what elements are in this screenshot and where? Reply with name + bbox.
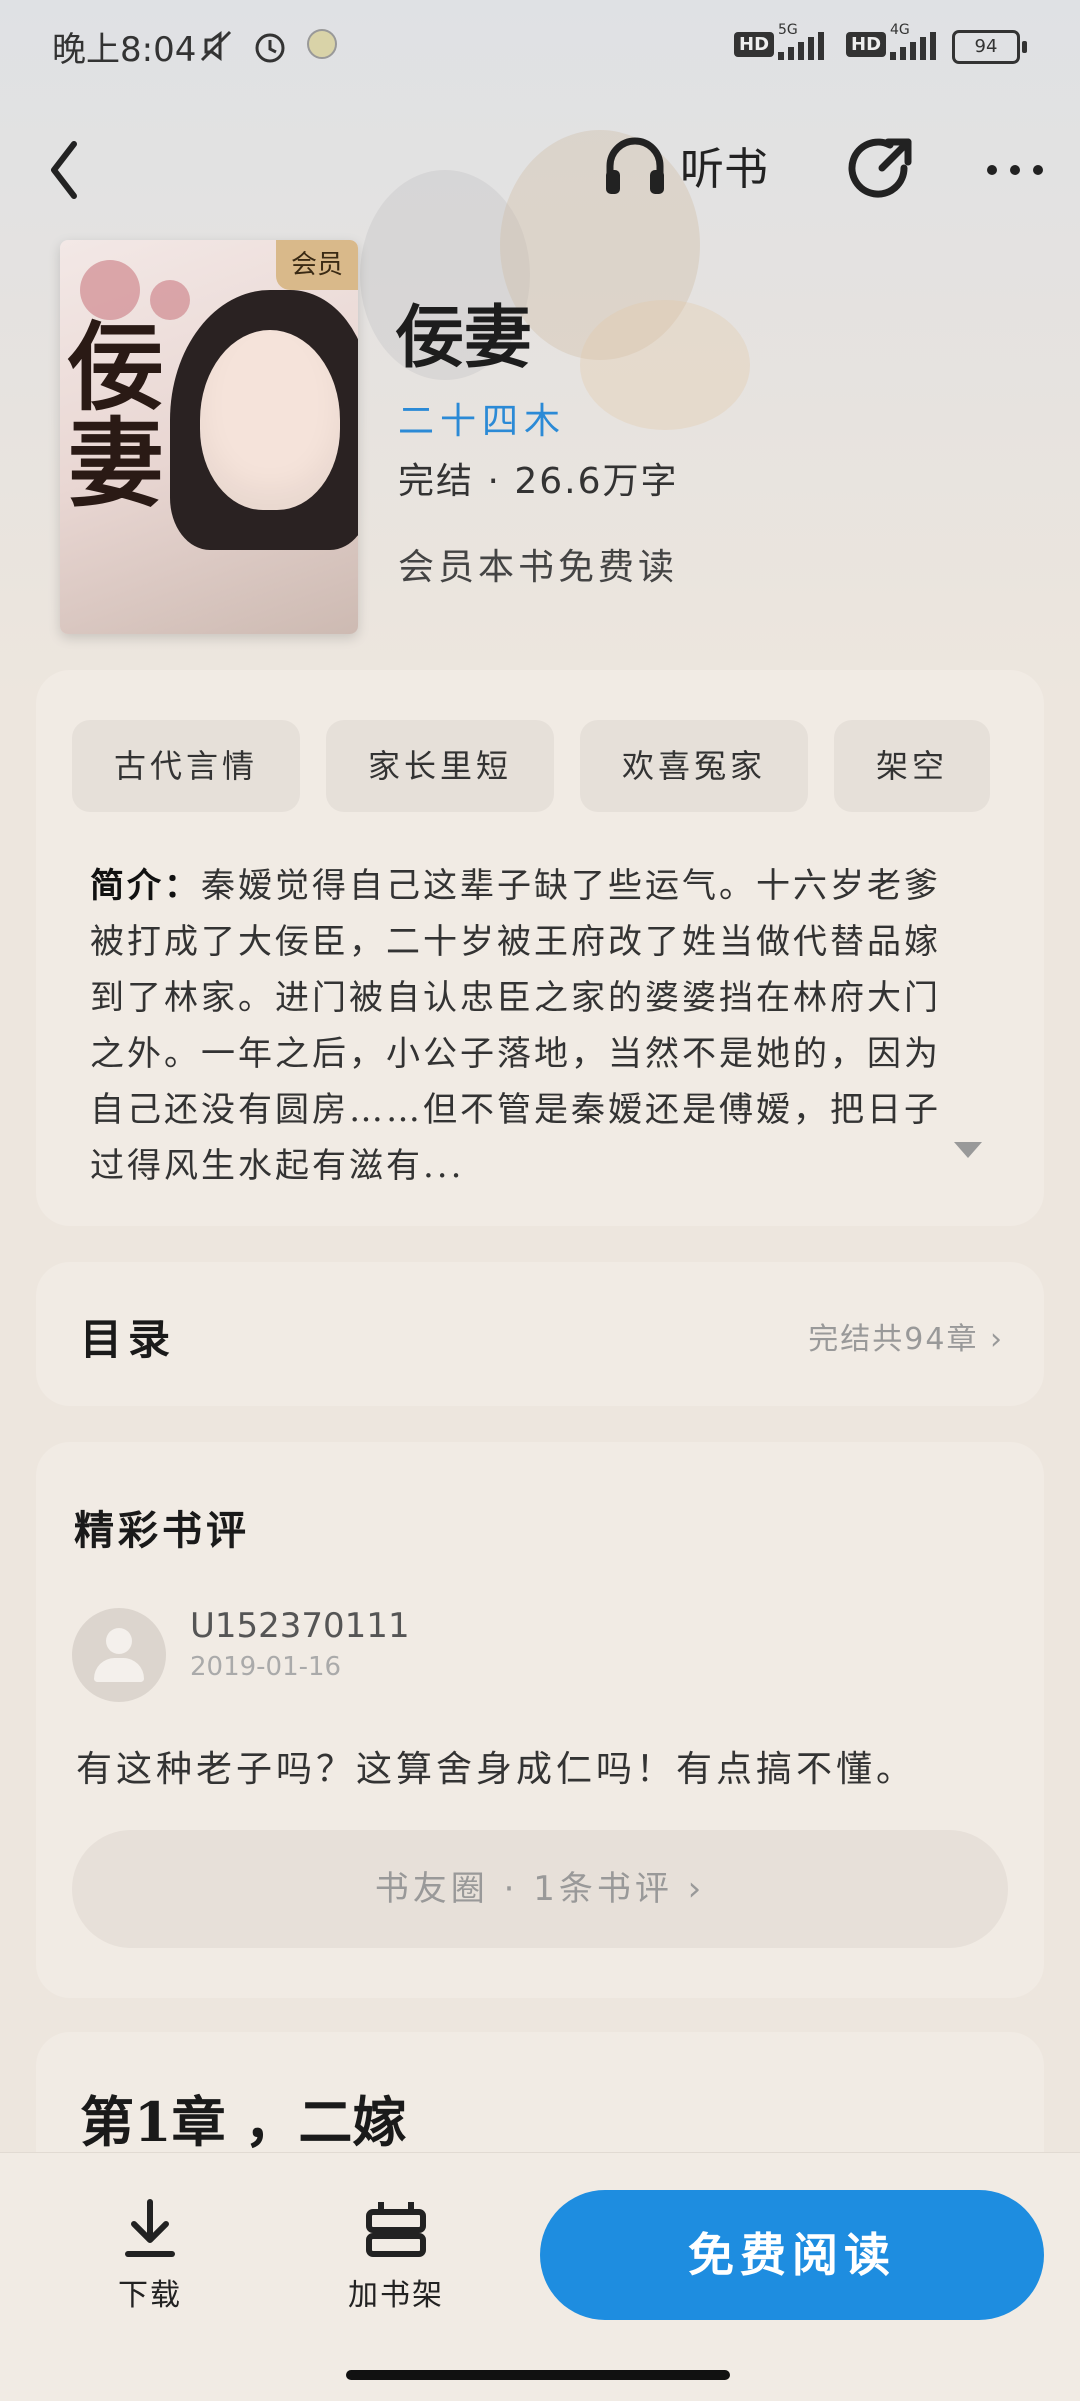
intro-text: 秦嫒觉得自己这辈子缺了些运气。十六岁老爹被打成了大佞臣，二十岁被王府改了姓当做代… [90,866,941,1186]
reviews-title: 精彩书评 [74,1508,250,1554]
avatar[interactable] [72,1608,166,1702]
status-bar: 晚上8:04 HD 5G HD 4G 94 [0,0,1080,90]
back-button[interactable] [40,130,100,210]
book-title: 佞妻 [396,298,533,378]
toc-info[interactable]: 完结共94章 › [808,1314,1004,1358]
add-shelf-button[interactable]: 加书架 [336,2196,456,2314]
tag-list: 古代言情 家长里短 欢喜冤家 架空 [72,720,991,812]
download-icon [125,2199,175,2257]
download-label: 下载 [118,2278,182,2313]
headphones-icon [606,137,664,194]
share-icon [848,138,912,198]
book-meta: 完结 · 26.6万字 [398,461,679,502]
tag-item[interactable]: 欢喜冤家 [580,720,809,812]
signal-icon [890,30,936,60]
book-circle-button[interactable]: 书友圈 · 1条书评 › [72,1830,1008,1948]
avatar-body [94,1658,144,1682]
status-time: 晚上8:04 [52,30,197,70]
more-button[interactable] [980,140,1050,200]
listen-button[interactable]: 听书 [600,130,768,200]
read-free-button[interactable]: 免费阅读 [540,2190,1044,2320]
tag-item[interactable]: 架空 [834,720,991,812]
tag-item[interactable]: 古代言情 [72,720,301,812]
battery-indicator: 94 [952,30,1027,64]
share-button[interactable] [846,136,916,206]
toc-title: 目录 [80,1315,177,1364]
vip-badge: 会员 [276,240,358,290]
listen-label: 听书 [680,144,768,195]
alarm-icon [250,26,290,74]
avatar-head [106,1628,132,1654]
signal-icon [778,30,824,60]
bookshelf-icon [366,2202,426,2257]
review-username[interactable]: U152370111 [190,1606,410,1646]
vip-free-note: 会员本书免费读 [398,547,679,588]
download-button[interactable]: 下载 [110,2196,190,2314]
expand-arrow-icon[interactable] [954,1142,982,1158]
add-shelf-label: 加书架 [348,2278,444,2313]
cover-face [200,330,340,510]
hd-badge: HD [846,32,887,57]
tag-item[interactable]: 家长里短 [326,720,555,812]
book-cover[interactable]: 佞妻 会员 [60,240,358,634]
app-notification-icon [304,26,340,70]
book-intro[interactable]: 简介：秦嫒觉得自己这辈子缺了些运气。十六岁老爹被打成了大佞臣，二十岁被王府改了姓… [90,858,970,1194]
penguin-decoration [580,300,750,430]
chevron-left-icon [51,141,77,199]
cover-title-art: 佞妻 [68,311,164,520]
author-link[interactable]: 二十四木 [398,392,566,444]
mute-icon [196,26,236,74]
review-text[interactable]: 有这种老子吗？这算舍身成仁吗！有点搞不懂。 [76,1740,916,1792]
review-date: 2019-01-16 [190,1652,342,1682]
home-indicator[interactable] [346,2370,730,2380]
more-dots-icon [987,165,1043,175]
chapter-title: 第1章 ，二嫁 [80,2090,407,2154]
intro-label: 简介： [90,866,201,906]
hd-badge: HD [734,32,775,57]
